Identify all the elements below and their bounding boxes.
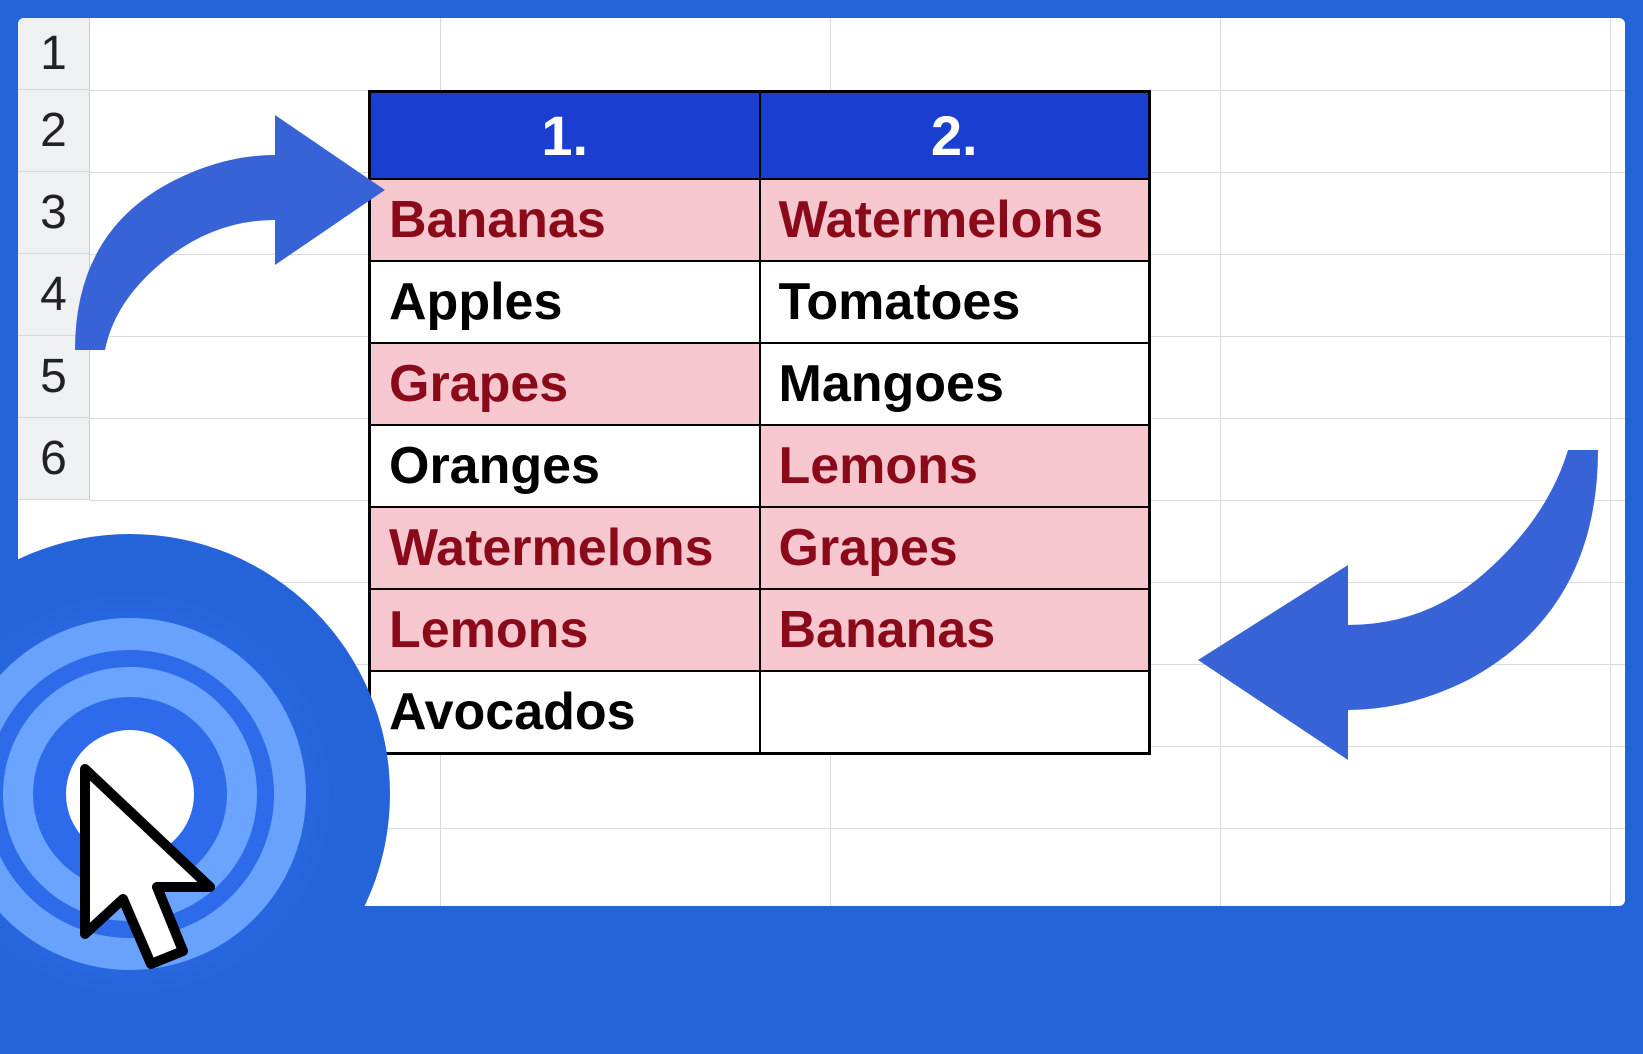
table-row: Apples Tomatoes [370,261,1150,343]
table-body: Bananas Watermelons Apples Tomatoes Grap… [370,179,1150,753]
cell[interactable]: Tomatoes [760,261,1150,343]
column-header-1[interactable]: 1. [370,92,760,180]
cursor-icon [65,759,235,989]
table-row: Grapes Mangoes [370,343,1150,425]
cell[interactable]: Grapes [370,343,760,425]
cell[interactable]: Mangoes [760,343,1150,425]
cell[interactable]: Bananas [370,179,760,261]
row-header-6[interactable]: 6 [18,418,90,500]
cell[interactable] [760,671,1150,753]
comparison-table: 1. 2. Bananas Watermelons Apples Tomatoe… [368,90,1151,755]
logo-icon [0,534,390,1054]
cell[interactable]: Oranges [370,425,760,507]
cell[interactable]: Apples [370,261,760,343]
table-row: Oranges Lemons [370,425,1150,507]
cell[interactable]: Avocados [370,671,760,753]
cell[interactable]: Grapes [760,507,1150,589]
table-row: Avocados [370,671,1150,753]
cell[interactable]: Watermelons [760,179,1150,261]
cell[interactable]: Watermelons [370,507,760,589]
cell[interactable]: Lemons [760,425,1150,507]
column-header-2[interactable]: 2. [760,92,1150,180]
cell[interactable]: Bananas [760,589,1150,671]
row-header-1[interactable]: 1 [18,18,90,90]
cell[interactable]: Lemons [370,589,760,671]
table-row: Watermelons Grapes [370,507,1150,589]
arrow-right-icon [1168,430,1608,770]
table-row: Bananas Watermelons [370,179,1150,261]
table-row: Lemons Bananas [370,589,1150,671]
arrow-left-icon [55,100,395,360]
